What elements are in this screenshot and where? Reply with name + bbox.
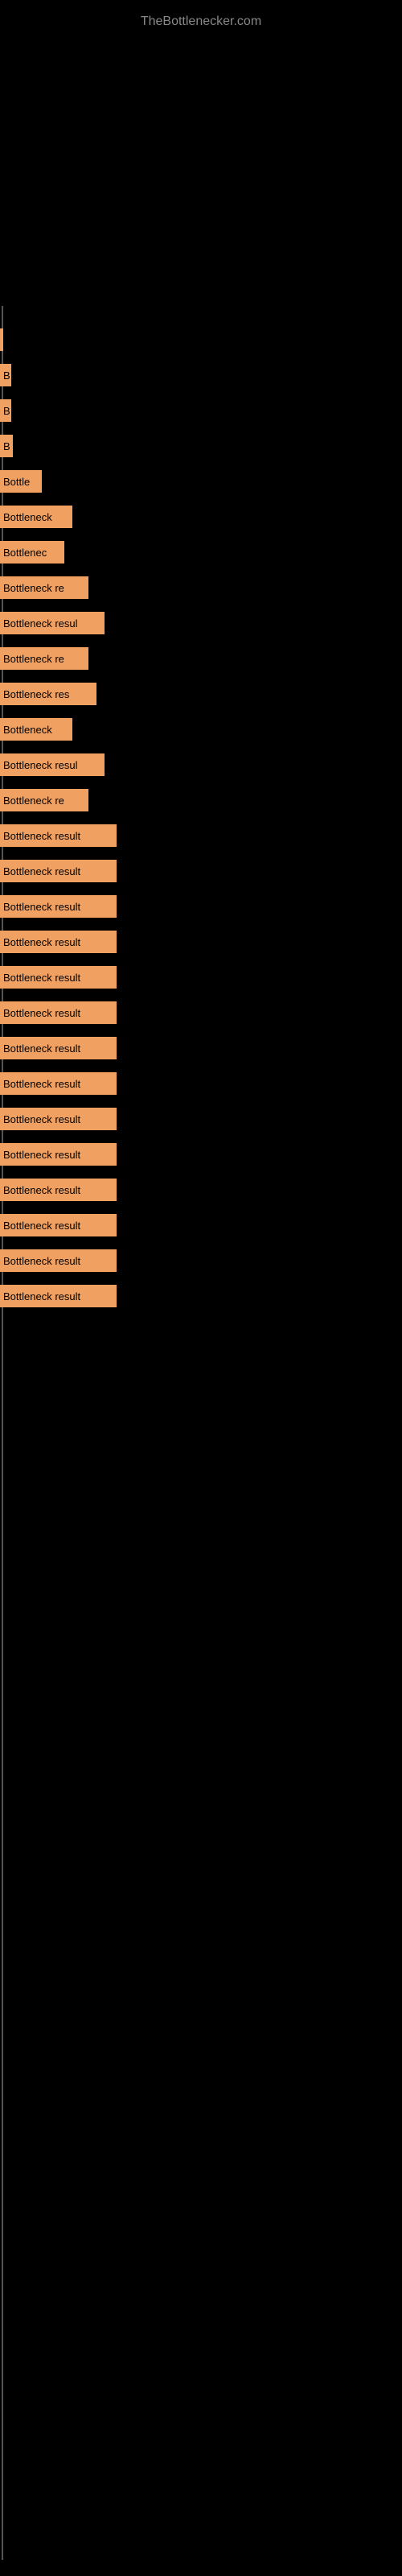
bar-row: Bottleneck result — [0, 1101, 402, 1137]
result-bar: Bottleneck result — [0, 1179, 117, 1201]
bars-container: BBBBottleBottleneckBottlenecBottleneck r… — [0, 322, 402, 1314]
bar-row: Bottleneck re — [0, 641, 402, 676]
result-bar: Bottleneck re — [0, 789, 88, 811]
bar-row: Bottleneck — [0, 712, 402, 747]
site-title: TheBottlenecker.com — [0, 6, 402, 37]
bar-row: Bottleneck result — [0, 960, 402, 995]
bar-row: Bottleneck result — [0, 995, 402, 1030]
result-bar: Bottleneck result — [0, 1001, 117, 1024]
result-bar: Bottleneck resul — [0, 753, 105, 776]
result-bar: Bottleneck — [0, 718, 72, 741]
result-bar: Bottleneck re — [0, 576, 88, 599]
result-bar: Bottleneck result — [0, 1285, 117, 1307]
result-bar: Bottle — [0, 470, 42, 493]
result-bar: B — [0, 399, 11, 422]
bar-row: Bottleneck result — [0, 1172, 402, 1208]
bar-row: Bottle — [0, 464, 402, 499]
result-bar: B — [0, 435, 13, 457]
bar-row: Bottleneck result — [0, 853, 402, 889]
result-bar: Bottleneck result — [0, 966, 117, 989]
bar-row: B — [0, 357, 402, 393]
bar-row: B — [0, 393, 402, 428]
bar-row: Bottleneck resul — [0, 747, 402, 782]
result-bar: Bottleneck — [0, 506, 72, 528]
bar-row — [0, 322, 402, 357]
bar-row: Bottlenec — [0, 535, 402, 570]
bar-row: Bottleneck — [0, 499, 402, 535]
bar-row: Bottleneck result — [0, 924, 402, 960]
bar-row: Bottleneck result — [0, 818, 402, 853]
bar-row: Bottleneck result — [0, 889, 402, 924]
result-bar: Bottleneck result — [0, 931, 117, 953]
bar-row: Bottleneck re — [0, 782, 402, 818]
bar-row: Bottleneck res — [0, 676, 402, 712]
result-bar: Bottlenec — [0, 541, 64, 564]
bar-row: Bottleneck result — [0, 1208, 402, 1243]
result-bar: Bottleneck result — [0, 1143, 117, 1166]
bar-row: Bottleneck resul — [0, 605, 402, 641]
result-bar: Bottleneck result — [0, 1249, 117, 1272]
bar-row: Bottleneck result — [0, 1243, 402, 1278]
result-bar: B — [0, 364, 11, 386]
result-bar: Bottleneck result — [0, 860, 117, 882]
result-bar: Bottleneck result — [0, 1037, 117, 1059]
result-bar: Bottleneck result — [0, 824, 117, 847]
bar-row: Bottleneck result — [0, 1137, 402, 1172]
result-bar: Bottleneck re — [0, 647, 88, 670]
result-bar — [0, 328, 3, 351]
result-bar: Bottleneck result — [0, 1072, 117, 1095]
bar-row: Bottleneck result — [0, 1066, 402, 1101]
bar-row: Bottleneck re — [0, 570, 402, 605]
result-bar: Bottleneck resul — [0, 612, 105, 634]
bar-row: Bottleneck result — [0, 1278, 402, 1314]
result-bar: Bottleneck res — [0, 683, 96, 705]
result-bar: Bottleneck result — [0, 1108, 117, 1130]
result-bar: Bottleneck result — [0, 1214, 117, 1236]
bar-row: Bottleneck result — [0, 1030, 402, 1066]
bar-row: B — [0, 428, 402, 464]
result-bar: Bottleneck result — [0, 895, 117, 918]
